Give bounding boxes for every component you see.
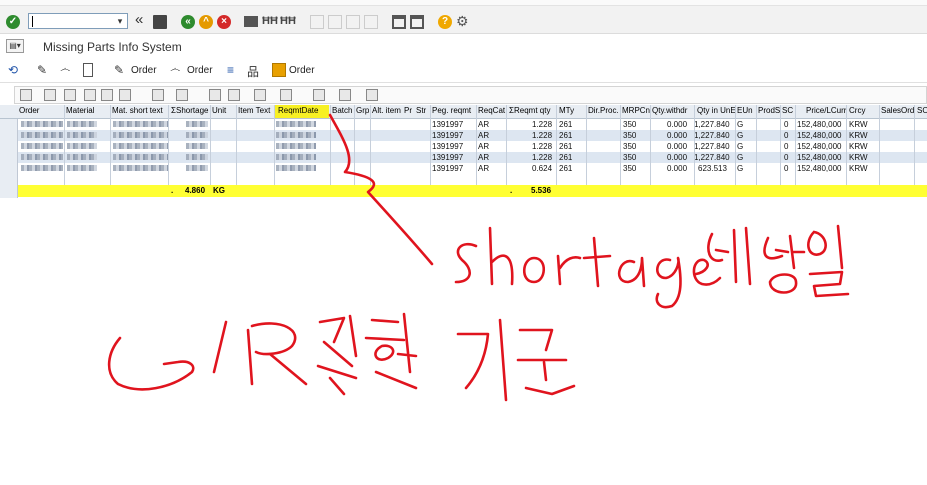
letter-a-stroke bbox=[617, 256, 646, 288]
letter-r-stroke bbox=[246, 322, 308, 386]
korean-glyph-jun-stroke bbox=[516, 328, 576, 396]
letter-e-stroke bbox=[692, 258, 722, 286]
arrow-stroke bbox=[328, 113, 434, 266]
korean-glyph-ye-stroke bbox=[707, 226, 752, 286]
slash-stroke bbox=[212, 320, 228, 374]
korean-glyph-jap-stroke bbox=[316, 314, 358, 396]
korean-glyph-gi-stroke bbox=[456, 318, 508, 402]
korean-glyph-hin-stroke bbox=[364, 312, 418, 390]
letter-r-stroke bbox=[556, 254, 582, 286]
letter-g-stroke bbox=[107, 336, 195, 391]
letter-h-stroke bbox=[488, 226, 514, 286]
korean-glyph-sang-stroke bbox=[763, 234, 806, 294]
letter-s-stroke bbox=[454, 242, 478, 284]
korean-glyph-il-stroke bbox=[807, 224, 850, 298]
letter-o-stroke bbox=[522, 256, 546, 284]
handwritten-annotation bbox=[107, 113, 850, 402]
letter-g-stroke bbox=[655, 256, 682, 309]
letter-t-stroke bbox=[582, 236, 612, 288]
